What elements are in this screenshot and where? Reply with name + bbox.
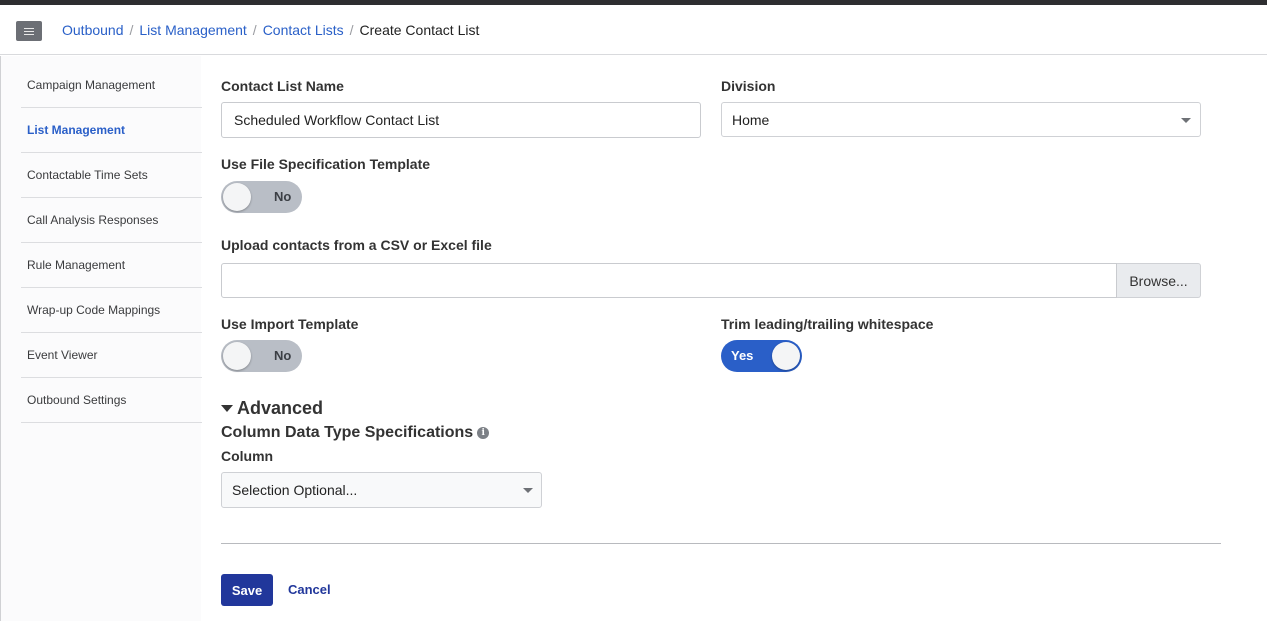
sidebar-item-event-viewer[interactable]: Event Viewer	[21, 333, 202, 378]
division-label: Division	[721, 78, 776, 94]
column-select[interactable]: Selection Optional...	[221, 472, 542, 508]
sidebar-item-contactable-time-sets[interactable]: Contactable Time Sets	[21, 153, 202, 198]
breadcrumb-outbound[interactable]: Outbound	[62, 22, 124, 38]
sidebar-item-call-analysis-responses[interactable]: Call Analysis Responses	[21, 198, 202, 243]
sidebar: Campaign Management List Management Cont…	[0, 56, 202, 621]
sidebar-item-campaign-management[interactable]: Campaign Management	[21, 63, 202, 108]
breadcrumb-separator: /	[129, 22, 134, 38]
breadcrumb-separator: /	[252, 22, 257, 38]
advanced-toggle[interactable]: Advanced	[221, 398, 323, 419]
breadcrumb-list-management[interactable]: List Management	[139, 22, 246, 38]
contact-list-name-input[interactable]: Scheduled Workflow Contact List	[221, 102, 701, 138]
info-icon[interactable]: i	[477, 427, 490, 439]
toggle-knob	[772, 342, 800, 370]
file-spec-template-label: Use File Specification Template	[221, 156, 431, 172]
column-spec-heading: Column Data Type Specifications i	[221, 424, 490, 442]
form-divider	[221, 543, 1221, 544]
column-select-value: Selection Optional...	[232, 482, 358, 498]
file-spec-template-toggle[interactable]: No	[221, 181, 302, 213]
toggle-state-text: No	[274, 189, 292, 204]
menu-icon	[24, 27, 34, 35]
cancel-button[interactable]: Cancel	[288, 582, 331, 597]
column-label: Column	[221, 448, 274, 464]
caret-down-icon	[221, 405, 233, 412]
browse-button[interactable]: Browse...	[1117, 263, 1201, 298]
toggle-knob	[223, 183, 251, 211]
breadcrumb-current: Create Contact List	[359, 22, 480, 38]
upload-label: Upload contacts from a CSV or Excel file	[221, 237, 492, 253]
breadcrumb: Outbound / List Management / Contact Lis…	[62, 22, 479, 38]
page-header: Outbound / List Management / Contact Lis…	[0, 5, 1267, 55]
breadcrumb-contact-lists[interactable]: Contact Lists	[263, 22, 344, 38]
column-spec-label: Column Data Type Specifications	[221, 424, 474, 441]
upload-file-input[interactable]	[221, 263, 1117, 298]
menu-button[interactable]	[16, 21, 42, 41]
sidebar-item-rule-management[interactable]: Rule Management	[21, 243, 202, 288]
import-template-toggle[interactable]: No	[221, 340, 302, 372]
advanced-label: Advanced	[237, 398, 324, 418]
toggle-knob	[223, 342, 251, 370]
sidebar-item-wrap-up-code-mappings[interactable]: Wrap-up Code Mappings	[21, 288, 202, 333]
sidebar-item-outbound-settings[interactable]: Outbound Settings	[21, 378, 202, 423]
breadcrumb-separator: /	[349, 22, 354, 38]
chevron-down-icon	[523, 488, 533, 493]
chevron-down-icon	[1181, 118, 1191, 123]
import-template-label: Use Import Template	[221, 316, 359, 332]
trim-whitespace-label: Trim leading/trailing whitespace	[721, 316, 934, 332]
save-button[interactable]: Save	[221, 574, 273, 606]
trim-whitespace-toggle[interactable]: Yes	[721, 340, 802, 372]
division-select[interactable]: Home	[721, 102, 1201, 137]
sidebar-item-list-management[interactable]: List Management	[21, 108, 202, 153]
toggle-state-text: No	[274, 348, 292, 363]
contact-list-name-label: Contact List Name	[221, 78, 344, 94]
toggle-state-text: Yes	[731, 348, 754, 363]
division-value: Home	[732, 111, 770, 128]
